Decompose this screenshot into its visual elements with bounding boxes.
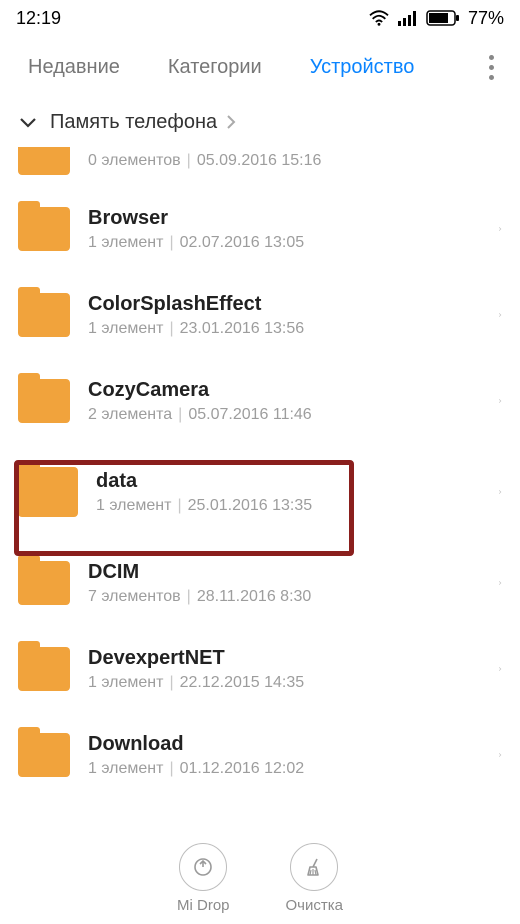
item-count: 1 элемент	[96, 497, 171, 514]
chevron-right-icon	[488, 481, 502, 503]
item-date: 23.01.2016 13:56	[180, 320, 305, 337]
item-count: 1 элемент	[88, 674, 163, 691]
item-name: DCIM	[88, 561, 488, 584]
list-item-meta: 0 элементов|05.09.2016 15:16	[88, 152, 502, 170]
folder-icon	[18, 293, 70, 337]
midrop-label: Mi Drop	[177, 897, 230, 914]
list-item[interactable]: Browser 1 элемент|02.07.2016 13:05	[0, 186, 520, 272]
broom-icon	[290, 843, 338, 891]
folder-icon	[18, 561, 70, 605]
chevron-right-icon	[488, 304, 502, 326]
item-name: DevexpertNET	[88, 647, 488, 670]
item-date: 02.07.2016 13:05	[180, 234, 305, 251]
item-date: 05.09.2016 15:16	[197, 152, 322, 169]
item-count: 0 элементов	[88, 152, 181, 169]
folder-icon	[18, 379, 70, 423]
item-name: Download	[88, 733, 488, 756]
chevron-right-icon	[488, 658, 502, 680]
list-item[interactable]: 0 элементов|05.09.2016 15:16	[0, 144, 520, 186]
item-date: 25.01.2016 13:35	[188, 497, 313, 514]
list-item-meta: DCIM 7 элементов|28.11.2016 8:30	[88, 561, 488, 606]
list-item-meta: ColorSplashEffect 1 элемент|23.01.2016 1…	[88, 293, 488, 338]
list-item[interactable]: ColorSplashEffect 1 элемент|23.01.2016 1…	[0, 272, 520, 358]
item-name: data	[96, 470, 488, 493]
folder-list: 0 элементов|05.09.2016 15:16 Browser 1 э…	[0, 144, 520, 798]
status-right: 77%	[368, 8, 504, 29]
item-name: Browser	[88, 207, 488, 230]
list-item-meta: DevexpertNET 1 элемент|22.12.2015 14:35	[88, 647, 488, 692]
list-item[interactable]: DevexpertNET 1 элемент|22.12.2015 14:35	[0, 626, 520, 712]
battery-percent: 77%	[468, 8, 504, 29]
breadcrumb-label: Память телефона	[50, 111, 217, 134]
status-time: 12:19	[16, 8, 61, 29]
midrop-icon	[179, 843, 227, 891]
item-count: 1 элемент	[88, 234, 163, 251]
list-item-meta: Download 1 элемент|01.12.2016 12:02	[88, 733, 488, 778]
clean-label: Очистка	[286, 897, 343, 914]
tab-recent[interactable]: Недавние	[28, 56, 120, 79]
list-item-meta: Browser 1 элемент|02.07.2016 13:05	[88, 207, 488, 252]
breadcrumb[interactable]: Память телефона	[0, 100, 520, 144]
item-count: 1 элемент	[88, 760, 163, 777]
chevron-right-icon	[225, 113, 237, 131]
battery-icon	[426, 10, 460, 26]
folder-icon	[18, 467, 78, 517]
list-item-meta: CozyCamera 2 элемента|05.07.2016 11:46	[88, 379, 488, 424]
list-item[interactable]: Download 1 элемент|01.12.2016 12:02	[0, 712, 520, 798]
signal-icon	[398, 10, 418, 26]
folder-icon	[18, 147, 70, 175]
item-name: ColorSplashEffect	[88, 293, 488, 316]
list-item-meta: data 1 элемент|25.01.2016 13:35	[96, 470, 488, 515]
item-name: CozyCamera	[88, 379, 488, 402]
chevron-right-icon	[488, 744, 502, 766]
tab-storage[interactable]: Устройство	[310, 56, 415, 79]
midrop-button[interactable]: Mi Drop	[177, 843, 230, 914]
folder-icon	[18, 733, 70, 777]
item-count: 7 элементов	[88, 588, 181, 605]
tabs: Недавние Категории Устройство	[0, 36, 520, 98]
list-item[interactable]: DCIM 7 элементов|28.11.2016 8:30	[0, 540, 520, 626]
folder-icon	[18, 647, 70, 691]
chevron-right-icon	[488, 572, 502, 594]
folder-icon	[18, 207, 70, 251]
clean-button[interactable]: Очистка	[286, 843, 343, 914]
item-date: 28.11.2016 8:30	[197, 588, 311, 605]
item-date: 01.12.2016 12:02	[180, 760, 305, 777]
list-item[interactable]: data 1 элемент|25.01.2016 13:35	[0, 444, 520, 540]
item-count: 2 элемента	[88, 406, 172, 423]
bottom-bar: Mi Drop Очистка	[0, 832, 520, 924]
item-count: 1 элемент	[88, 320, 163, 337]
chevron-right-icon	[488, 218, 502, 240]
list-item[interactable]: CozyCamera 2 элемента|05.07.2016 11:46	[0, 358, 520, 444]
item-date: 05.07.2016 11:46	[188, 406, 311, 423]
chevron-right-icon	[488, 390, 502, 412]
item-date: 22.12.2015 14:35	[180, 674, 305, 691]
menu-icon[interactable]	[481, 47, 502, 88]
tab-categories[interactable]: Категории	[168, 56, 262, 79]
chevron-down-icon	[18, 115, 38, 129]
status-bar: 12:19 77%	[0, 0, 520, 36]
wifi-icon	[368, 9, 390, 27]
